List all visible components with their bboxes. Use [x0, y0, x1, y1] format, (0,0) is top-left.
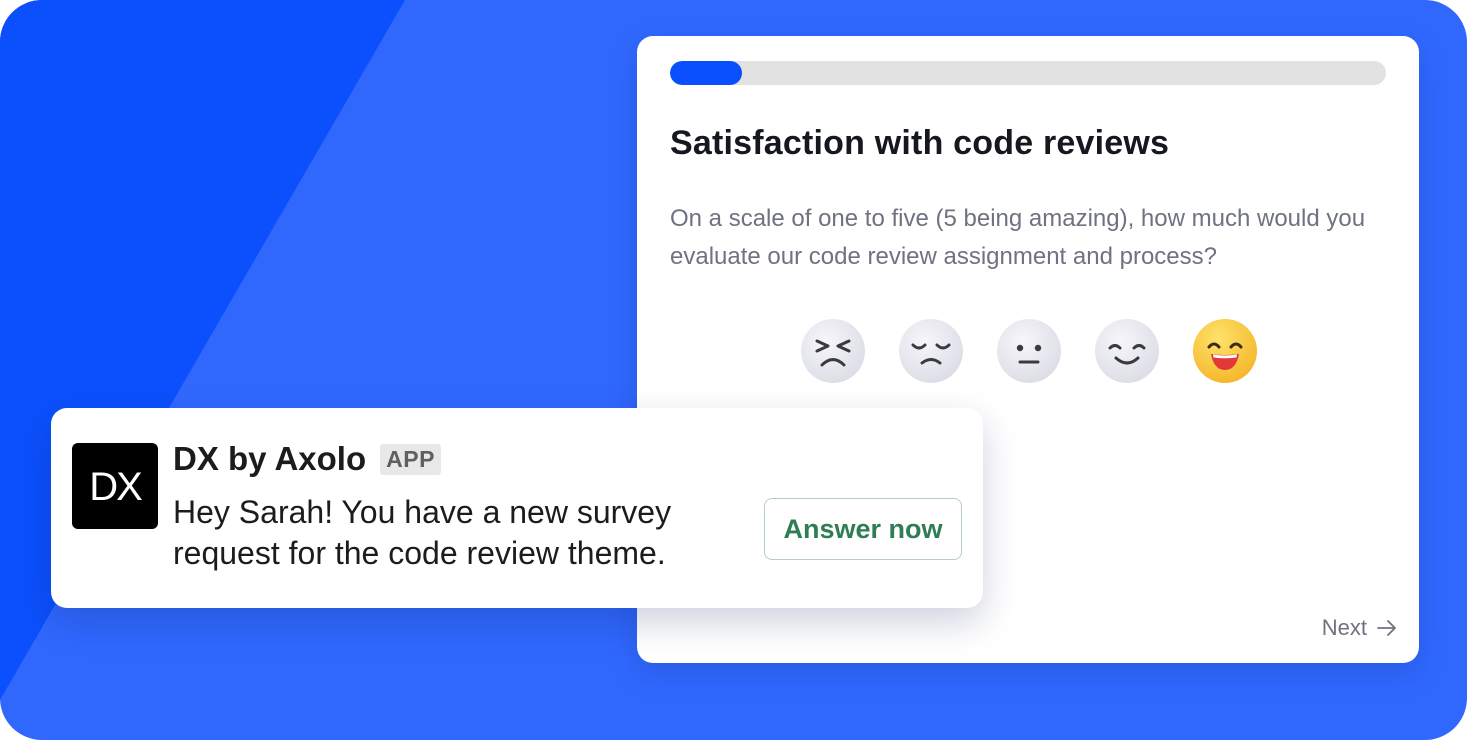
- progress-bar: [670, 61, 1386, 85]
- notification-header: DX by Axolo APP: [173, 440, 441, 478]
- answer-now-button[interactable]: Answer now: [764, 498, 962, 560]
- neutral-face-icon: [997, 319, 1061, 383]
- stage-background: Satisfaction with code reviews On a scal…: [0, 0, 1467, 740]
- sad-face-icon: [899, 319, 963, 383]
- notification-message: Hey Sarah! You have a new survey request…: [173, 494, 672, 571]
- rating-scale: [800, 318, 1258, 384]
- angry-face-icon: [801, 319, 865, 383]
- grinning-face-icon: [1193, 319, 1257, 383]
- arrow-right-icon: [1377, 620, 1396, 636]
- smiling-face-icon: [1095, 319, 1159, 383]
- rating-3-button[interactable]: [996, 318, 1062, 384]
- survey-question: On a scale of one to five (5 being amazi…: [670, 205, 1366, 270]
- logo-text: DX: [89, 465, 142, 509]
- app-badge: APP: [380, 443, 441, 475]
- app-name: DX by Axolo: [173, 440, 367, 477]
- survey-title: Satisfaction with code reviews: [670, 124, 1170, 162]
- app-logo: DX: [72, 443, 158, 529]
- rating-1-button[interactable]: [800, 318, 866, 384]
- progress-bar-fill: [670, 61, 742, 85]
- rating-5-button[interactable]: [1192, 318, 1258, 384]
- rating-4-button[interactable]: [1094, 318, 1160, 384]
- slack-notification: DX DX by Axolo APP Hey Sarah! You have a…: [51, 408, 983, 608]
- next-button[interactable]: Next: [1322, 615, 1397, 641]
- next-label: Next: [1321, 615, 1367, 640]
- rating-2-button[interactable]: [898, 318, 964, 384]
